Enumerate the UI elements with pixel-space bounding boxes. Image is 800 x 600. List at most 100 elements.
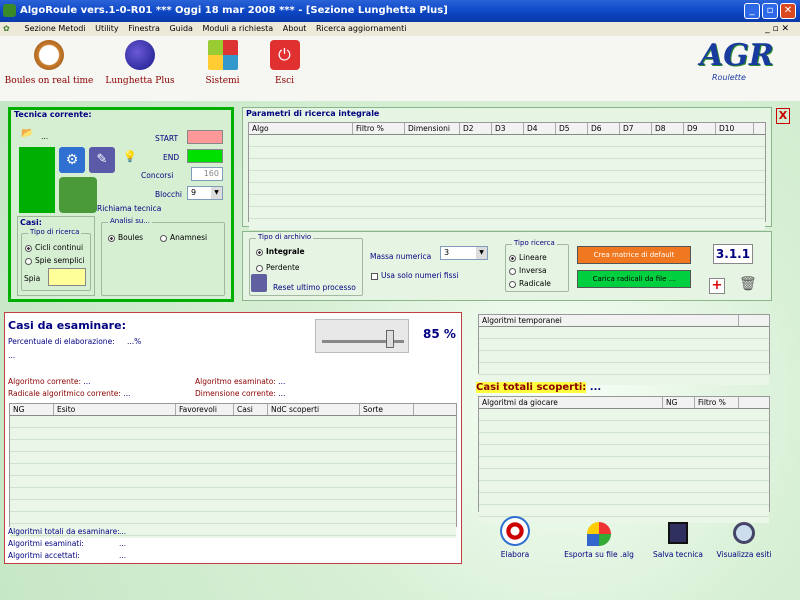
concorsi-field[interactable]: 160: [191, 167, 223, 181]
percentuale-label: Percentuale di elaborazione:: [8, 337, 115, 346]
edit-icon[interactable]: ✎: [89, 147, 115, 173]
dimensione-row: Dimensione corrente: ...: [195, 389, 285, 398]
radio-indicator[interactable]: [25, 244, 32, 252]
sistemi-tool[interactable]: Sistemi: [195, 40, 250, 86]
esci-tool[interactable]: ⏻ Esci: [262, 40, 307, 86]
massa-select[interactable]: 3 ▼: [440, 246, 488, 260]
massa-label: Massa numerica: [370, 252, 432, 261]
dimensione-value: ...: [278, 389, 286, 398]
accettati-label: Algoritmi accettati:: [8, 551, 80, 560]
lineare-radio[interactable]: Lineare: [509, 253, 547, 262]
casi-header: NG Esito Favorevoli Casi NdC scoperti So…: [10, 404, 456, 416]
power-icon: ⏻: [269, 40, 300, 70]
logo-subtext: Roulette: [712, 73, 746, 82]
folder-icon[interactable]: 📂: [21, 128, 33, 139]
logo-text: AGR: [700, 38, 774, 73]
salva-button[interactable]: Salva tecnica: [648, 522, 708, 559]
radio-indicator[interactable]: [509, 254, 516, 262]
blocchi-select[interactable]: 9 ▼: [187, 186, 223, 200]
maximize-button[interactable]: ▫: [762, 3, 778, 19]
menu-utility[interactable]: Utility: [95, 24, 119, 33]
visualizza-button[interactable]: Visualizza esiti: [710, 522, 778, 559]
cicli-radio[interactable]: Cicli continui: [25, 243, 83, 252]
spia-field[interactable]: [48, 268, 86, 286]
esporta-label: Esporta su file .alg: [564, 550, 634, 559]
totali-label: Algoritmi totali da esaminare:: [8, 527, 120, 536]
radio-indicator[interactable]: [25, 257, 32, 265]
blocchi-label: Blocchi: [155, 190, 182, 199]
blocchi-value: 9: [191, 188, 197, 197]
esporta-button[interactable]: Esporta su file .alg: [558, 522, 640, 559]
reset-label[interactable]: Reset ultimo processo: [273, 283, 356, 292]
trash-icon[interactable]: 🗑: [739, 276, 757, 292]
col-ng: NG: [10, 404, 54, 415]
carica-radicali-button[interactable]: Carica radicali da file ...: [577, 270, 691, 288]
menu-guida[interactable]: Guida: [169, 24, 192, 33]
close-window-button[interactable]: ✕: [780, 3, 796, 19]
boules-tool[interactable]: Boules on real time: [4, 40, 94, 86]
cylinder-icon[interactable]: [59, 177, 97, 213]
end-indicator: [187, 149, 223, 163]
radio-indicator[interactable]: [509, 280, 516, 288]
status-dots: ...: [8, 351, 16, 360]
radio-indicator[interactable]: [160, 234, 167, 242]
parametri-header: Algo Filtro % Dimensioni D2 D3 D4 D5 D6 …: [249, 123, 765, 135]
perdente-label: Perdente: [266, 263, 300, 272]
gear-icon[interactable]: ⚙: [59, 147, 85, 173]
alg-corrente-label: Algoritmo corrente:: [8, 377, 81, 386]
minimize-button[interactable]: _: [744, 3, 760, 19]
integrale-radio[interactable]: Integrale: [256, 247, 305, 256]
crea-matrice-button[interactable]: Crea matrice di default: [577, 246, 691, 264]
agr-logo: AGR Roulette: [700, 38, 790, 98]
boules-radio[interactable]: Boules: [108, 233, 143, 242]
alg-corrente-value: ...: [83, 377, 91, 386]
esaminati-label: Algoritmi esaminati:: [8, 539, 84, 548]
mdi-controls[interactable]: _ ▫ ✕: [765, 22, 789, 36]
menu-about[interactable]: About: [283, 24, 307, 33]
perdente-radio[interactable]: Perdente: [256, 263, 300, 272]
percent-value: 85 %: [423, 327, 456, 341]
anamnesi-radio[interactable]: Anamnesi: [160, 233, 207, 242]
lunghetta-tool[interactable]: Lunghetta Plus: [100, 40, 180, 86]
temporanei-table[interactable]: Algoritmi temporanei: [478, 314, 770, 385]
totali-value: ...: [119, 527, 127, 536]
temporanei-rows: [479, 327, 769, 385]
menu-ricerca-aggiornamenti[interactable]: Ricerca aggiornamenti: [316, 24, 407, 33]
slider-thumb[interactable]: [386, 330, 394, 348]
col-ndc: NdC scoperti: [268, 404, 360, 415]
elabora-button[interactable]: Elabora: [492, 516, 538, 559]
col-esito: Esito: [54, 404, 176, 415]
radio-indicator[interactable]: [509, 267, 516, 275]
close-panel-button[interactable]: X: [776, 108, 790, 124]
spie-radio[interactable]: Spie semplici: [25, 256, 85, 265]
radio-indicator[interactable]: [256, 264, 263, 272]
casi-title: Casi:: [20, 218, 42, 227]
col-ng-scoperti: NG: [663, 397, 695, 408]
integrale-label: Integrale: [266, 247, 305, 256]
casi-table[interactable]: NG Esito Favorevoli Casi NdC scoperti So…: [9, 403, 457, 538]
magnifier-icon: [733, 522, 755, 544]
lightbulb-icon[interactable]: 💡: [123, 150, 137, 163]
parametri-table[interactable]: Algo Filtro % Dimensioni D2 D3 D4 D5 D6 …: [248, 122, 766, 233]
cicli-label: Cicli continui: [35, 243, 84, 252]
add-button[interactable]: +: [709, 278, 725, 294]
dropdown-arrow-icon[interactable]: ▼: [476, 247, 487, 259]
radicale-radio[interactable]: Radicale: [509, 279, 551, 288]
casi-rows: [10, 416, 456, 538]
usa-fissi-checkbox[interactable]: Usa solo numeri fissi: [371, 271, 459, 280]
tipo-ricerca-title: Tipo di ricerca: [28, 228, 82, 236]
progress-slider[interactable]: [315, 319, 409, 353]
richiama-tecnica-label[interactable]: Richiama tecnica: [97, 204, 161, 213]
menu-finestra[interactable]: Finestra: [128, 24, 160, 33]
inversa-radio[interactable]: Inversa: [509, 266, 547, 275]
radio-indicator[interactable]: [108, 234, 115, 242]
radio-indicator[interactable]: [256, 248, 263, 256]
checkbox[interactable]: [371, 272, 378, 280]
menu-moduli[interactable]: Moduli a richiesta: [203, 24, 274, 33]
reset-icon[interactable]: [251, 274, 267, 292]
dropdown-arrow-icon[interactable]: ▼: [211, 187, 222, 199]
scoperti-table[interactable]: Algoritmi da giocare NG Filtro %: [478, 396, 770, 523]
tecnica-green-block: [19, 147, 55, 213]
col-algoritmi-giocare: Algoritmi da giocare: [479, 397, 663, 408]
menu-sezione-metodi[interactable]: Sezione Metodi: [25, 24, 86, 33]
